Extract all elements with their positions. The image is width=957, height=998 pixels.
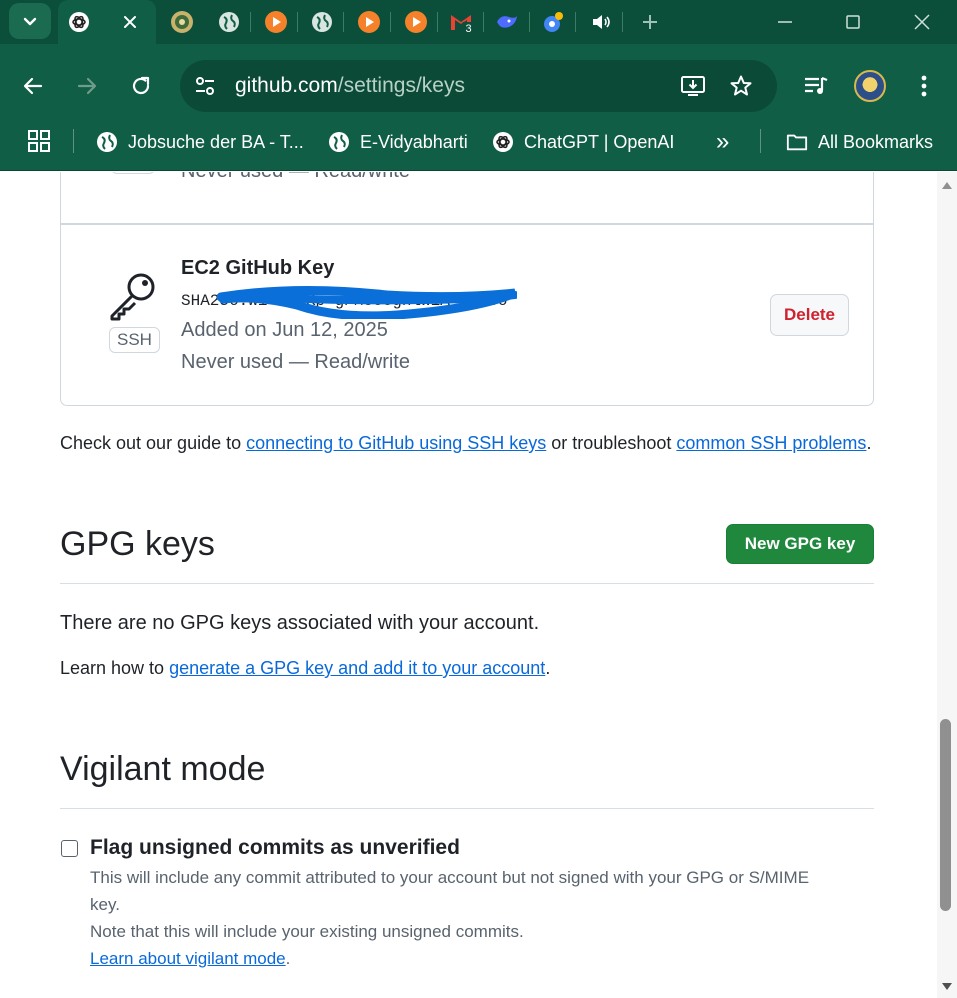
media-controls-icon[interactable]	[800, 71, 832, 101]
globe-icon[interactable]	[217, 10, 241, 34]
gpg-empty-message: There are no GPG keys associated with yo…	[60, 612, 540, 634]
svg-text:3: 3	[465, 23, 471, 34]
minimize-button[interactable]	[770, 8, 800, 36]
ssh-badge: SSH	[109, 327, 160, 353]
bookmark-star-icon[interactable]	[728, 73, 754, 99]
gpg-keys-heading: GPG keys	[60, 525, 215, 563]
reload-button[interactable]	[125, 70, 157, 102]
bookmark-label: ChatGPT | OpenAI	[524, 131, 675, 152]
page-scrollbar[interactable]	[937, 172, 957, 998]
chatgpt-icon	[492, 131, 514, 153]
globe-icon	[328, 131, 350, 153]
bookmark-label: Jobsuche der BA - T...	[128, 131, 304, 152]
page-content: Never used — Read/write SSH EC2 GitHub K…	[0, 172, 937, 998]
vigilant-description-cont: key.	[90, 895, 120, 914]
globe-icon[interactable]	[310, 10, 334, 34]
delete-key-button[interactable]: Delete	[770, 294, 849, 336]
apps-grid-icon[interactable]	[27, 129, 51, 153]
gpg-learn-text: Learn how to generate a GPG key and add …	[60, 658, 550, 679]
vigilant-learn-text: Learn about vigilant mode.	[90, 949, 290, 969]
all-bookmarks-label: All Bookmarks	[818, 131, 934, 152]
maximize-button[interactable]	[838, 8, 868, 36]
new-gpg-key-button[interactable]: New GPG key	[726, 524, 874, 564]
learn-suffix: .	[545, 658, 551, 678]
bookmark-jobsuche[interactable]: Jobsuche der BA - T...	[96, 129, 304, 155]
url-host: github.com	[235, 74, 338, 97]
folder-icon	[786, 131, 808, 153]
double-chevron-icon: »	[716, 128, 730, 155]
install-app-icon[interactable]	[680, 73, 706, 99]
bookmarks-overflow-button[interactable]: »	[716, 128, 730, 155]
ssh-badge	[111, 172, 155, 174]
divider	[60, 583, 874, 584]
address-bar[interactable]: github.com/settings/keys	[180, 60, 777, 112]
site-emblem-icon[interactable]	[170, 10, 194, 34]
maximize-icon	[846, 15, 860, 29]
guide-suffix: .	[866, 433, 872, 453]
gmail-icon[interactable]: 3	[449, 10, 477, 34]
vigilant-description: This will include any commit attributed …	[90, 868, 810, 887]
active-tab[interactable]	[58, 0, 156, 44]
orange-app-icon[interactable]	[404, 10, 428, 34]
globe-icon	[96, 131, 118, 153]
reload-icon	[132, 76, 150, 95]
learn-prefix: Learn how to	[60, 658, 170, 678]
close-window-button[interactable]	[907, 8, 937, 36]
vigilant-learn-link[interactable]: Learn about vigilant mode	[90, 949, 286, 968]
more-options-icon[interactable]	[908, 71, 940, 101]
divider	[60, 808, 874, 809]
arrow-left-icon	[23, 77, 43, 95]
learn-suffix: .	[285, 949, 291, 968]
profile-avatar[interactable]	[854, 70, 886, 102]
vigilant-note: Note that this will include your existin…	[90, 922, 524, 941]
key-added-date: Added on Jun 12, 2025	[181, 319, 388, 341]
ssh-connect-guide-link[interactable]: connecting to GitHub using SSH keys	[246, 433, 546, 453]
bookmark-chatgpt[interactable]: ChatGPT | OpenAI	[492, 129, 674, 155]
guide-middle: or troubleshoot	[546, 433, 677, 453]
close-icon	[914, 14, 930, 30]
site-settings-icon[interactable]	[192, 73, 218, 99]
speaker-icon[interactable]	[589, 10, 613, 34]
forward-button[interactable]	[71, 70, 103, 102]
minimize-icon	[778, 21, 792, 23]
key-title: EC2 GitHub Key	[181, 257, 335, 279]
bookmark-e-vidyabharti[interactable]: E-Vidyabharti	[328, 129, 468, 155]
scrollbar-thumb[interactable]	[940, 719, 951, 911]
plus-icon	[643, 15, 657, 29]
redaction-scribble	[217, 285, 517, 319]
arrow-right-icon	[77, 77, 97, 95]
tab-strip: 3	[0, 0, 957, 44]
key-usage: Never used — Read/write	[181, 172, 410, 183]
guide-prefix: Check out our guide to	[60, 433, 247, 453]
back-button[interactable]	[17, 70, 49, 102]
vigilant-mode-heading: Vigilant mode	[60, 750, 266, 788]
close-icon[interactable]	[118, 10, 142, 34]
key-usage: Never used — Read/write	[181, 351, 410, 373]
tab-search-button[interactable]	[9, 3, 51, 39]
chevron-down-icon	[23, 17, 37, 26]
orange-app-icon[interactable]	[357, 10, 381, 34]
url-text[interactable]: github.com/settings/keys	[235, 74, 465, 98]
scroll-up-icon[interactable]	[940, 178, 954, 192]
ssh-guide-text: Check out our guide to connecting to Git…	[60, 433, 871, 454]
vigilant-mode-checkbox-label[interactable]: Flag unsigned commits as unverified	[90, 836, 460, 860]
colorful-app-icon[interactable]	[542, 10, 566, 34]
orange-app-icon[interactable]	[264, 10, 288, 34]
new-tab-button[interactable]	[638, 10, 662, 34]
ssh-key-item: SSH EC2 GitHub Key SHA256:wi eu/Kp g/Moc…	[60, 224, 874, 406]
chatgpt-icon	[67, 10, 91, 34]
vigilant-mode-checkbox[interactable]	[61, 840, 78, 857]
gpg-generate-link[interactable]: generate a GPG key and add it to your ac…	[169, 658, 545, 678]
bookmark-label: E-Vidyabharti	[360, 131, 468, 152]
ssh-key-item-previous: Never used — Read/write	[60, 172, 874, 224]
key-icon	[110, 273, 155, 321]
url-path: /settings/keys	[337, 74, 465, 97]
deepseek-icon[interactable]	[495, 10, 519, 34]
ssh-troubleshoot-link[interactable]: common SSH problems	[676, 433, 866, 453]
scroll-down-icon[interactable]	[940, 980, 954, 994]
all-bookmarks-button[interactable]: All Bookmarks	[786, 129, 933, 155]
bookmarks-bar: Jobsuche der BA - T... E-Vidyabharti Cha…	[0, 112, 957, 171]
